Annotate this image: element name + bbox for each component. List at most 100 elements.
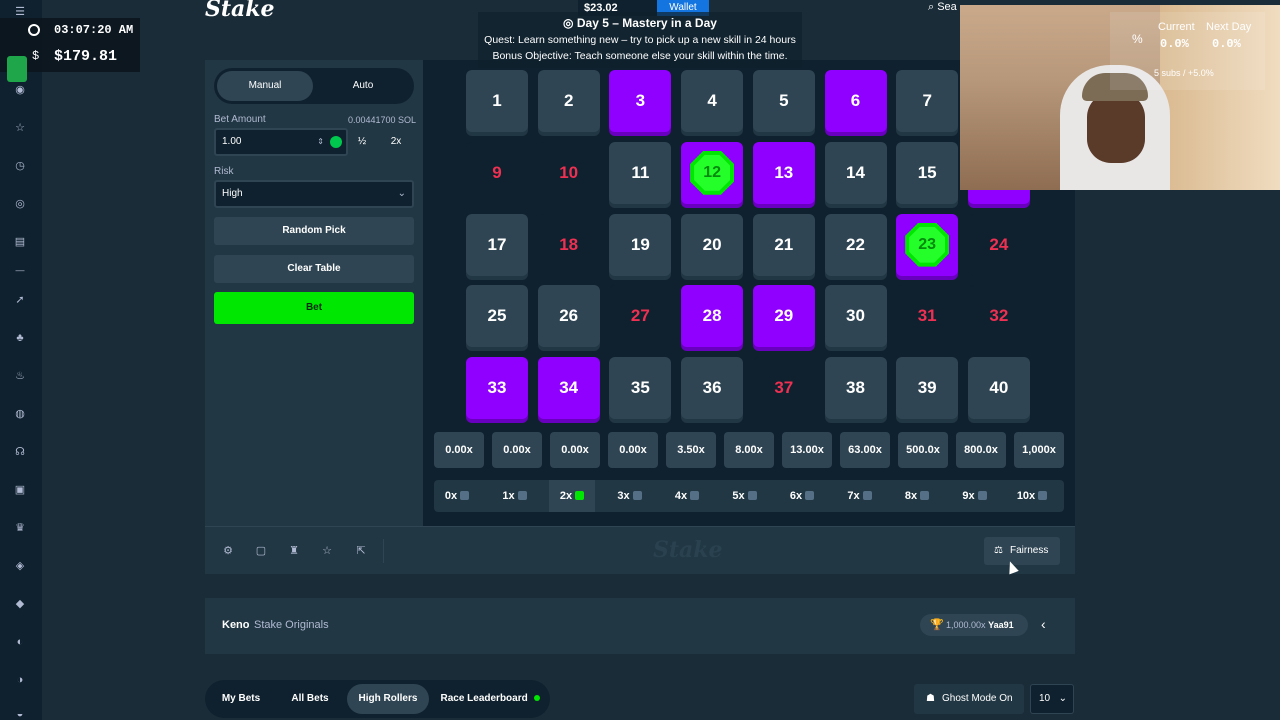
- payout-cell: 0.00x: [492, 432, 542, 468]
- tab-all-bets[interactable]: All Bets: [279, 684, 341, 714]
- keno-tile[interactable]: 1: [466, 70, 528, 132]
- star-icon[interactable]: ☆: [12, 120, 28, 136]
- keno-tile[interactable]: 10: [537, 141, 600, 204]
- keno-tile[interactable]: 32: [967, 285, 1030, 348]
- keno-tile[interactable]: 28: [681, 285, 744, 348]
- keno-tile[interactable]: 34: [537, 357, 600, 420]
- keno-tile[interactable]: 36: [681, 357, 744, 420]
- gem-square-icon: [460, 491, 470, 500]
- clear-table-button[interactable]: Clear Table: [214, 255, 414, 283]
- theatre-icon[interactable]: ▢: [255, 545, 267, 557]
- keno-tile[interactable]: 22: [824, 213, 887, 276]
- quest-overlay: ◎ Day 5 – Mastery in a Day Quest: Learn …: [478, 12, 802, 68]
- keno-tile[interactable]: 33: [466, 357, 528, 420]
- keno-tile[interactable]: 14: [824, 141, 887, 204]
- bet-amount-crypto: 0.00441700 SOL: [348, 115, 417, 125]
- keno-tile[interactable]: 13: [752, 141, 815, 204]
- hit-count-label: 8x: [904, 490, 918, 502]
- stake-logo[interactable]: Stake: [205, 0, 275, 22]
- keno-tile[interactable]: 9: [466, 141, 528, 204]
- hit-count-cell: 8x: [894, 480, 940, 512]
- hit-count-label: 3x: [617, 490, 630, 502]
- hit-count-label: 1x: [502, 490, 515, 502]
- keno-tile[interactable]: 12: [681, 141, 744, 204]
- keno-tile[interactable]: 6: [824, 70, 887, 132]
- random-pick-button[interactable]: Random Pick: [214, 217, 414, 245]
- tab-my-bets[interactable]: My Bets: [211, 684, 271, 714]
- search-button[interactable]: ⌕ Sea: [928, 1, 957, 14]
- mode-toggle: Manual Auto: [214, 68, 414, 104]
- keno-tile[interactable]: 7: [896, 70, 959, 132]
- clock-time: 03:07:20 AM: [54, 23, 134, 37]
- keno-tile[interactable]: 2: [537, 70, 600, 132]
- next-day-value: 0.0%: [1212, 37, 1241, 51]
- keno-tile[interactable]: 25: [466, 285, 528, 348]
- promo-icon[interactable]: ◈: [12, 558, 28, 574]
- keno-tile[interactable]: 23: [896, 213, 959, 276]
- hit-count-label: 4x: [674, 490, 688, 502]
- language-icon[interactable]: ◒: [12, 706, 28, 720]
- half-bet-button[interactable]: ½: [346, 128, 378, 156]
- crown-icon[interactable]: ♛: [12, 520, 28, 536]
- favorite-icon[interactable]: ☆: [321, 545, 333, 557]
- target-icon[interactable]: ◎: [12, 196, 28, 212]
- gift-icon[interactable]: ▣: [12, 482, 28, 498]
- history-icon[interactable]: ◷: [12, 158, 28, 174]
- risk-select[interactable]: High ⌄: [214, 180, 414, 208]
- fire-icon[interactable]: ♨: [12, 368, 28, 384]
- payout-cell: 63.00x: [840, 432, 890, 468]
- tab-auto[interactable]: Auto: [315, 71, 411, 101]
- keno-tile[interactable]: 20: [681, 213, 744, 276]
- keno-tile[interactable]: 39: [896, 357, 959, 420]
- settings-icon[interactable]: ⚙: [222, 545, 234, 557]
- keno-tile[interactable]: 30: [824, 285, 887, 348]
- keno-tile[interactable]: 35: [609, 357, 672, 420]
- keno-tile[interactable]: 18: [537, 213, 600, 276]
- keno-tile[interactable]: 3: [609, 70, 672, 132]
- globe-icon[interactable]: ◍: [12, 406, 28, 422]
- keno-tile[interactable]: 17: [466, 213, 528, 276]
- keno-tile[interactable]: 19: [609, 213, 672, 276]
- chevron-down-icon: ⌄: [1058, 693, 1067, 704]
- keno-tile[interactable]: 21: [752, 213, 815, 276]
- keno-tile[interactable]: 26: [537, 285, 600, 348]
- rocket-icon[interactable]: ➚: [12, 292, 28, 308]
- headset-icon[interactable]: ☊: [12, 444, 28, 460]
- bet-amount-input[interactable]: 1.00 ⇕: [214, 128, 348, 156]
- stepper-icon[interactable]: ⇕: [317, 130, 324, 154]
- stats-icon[interactable]: ♜: [288, 545, 300, 557]
- double-bet-button[interactable]: 2x: [380, 128, 412, 156]
- fairness-button[interactable]: ⚖ Fairness: [984, 537, 1060, 565]
- tab-manual[interactable]: Manual: [217, 71, 313, 101]
- keno-tile[interactable]: 31: [896, 285, 959, 348]
- keno-tile[interactable]: 37: [752, 357, 815, 420]
- hit-count-cell: 1x: [492, 480, 538, 512]
- shield-icon[interactable]: ◆: [12, 596, 28, 612]
- record-badge[interactable]: 🏆 1,000.00x Yaa91: [920, 614, 1028, 636]
- keno-tile[interactable]: 4: [681, 70, 744, 132]
- bet-button[interactable]: Bet: [214, 292, 414, 324]
- game-provider[interactable]: Stake Originals: [254, 619, 329, 631]
- keno-tile[interactable]: 15: [896, 141, 959, 204]
- keno-tile[interactable]: 5: [752, 70, 815, 132]
- slots-icon[interactable]: ♣: [12, 330, 28, 346]
- rows-select[interactable]: 10 ⌄: [1030, 684, 1074, 714]
- keno-tile[interactable]: 40: [967, 357, 1030, 420]
- keno-tile[interactable]: 29: [752, 285, 815, 348]
- ghost-mode-toggle[interactable]: ☗ Ghost Mode On: [914, 684, 1024, 714]
- tab-race-leaderboard[interactable]: Race Leaderboard: [435, 684, 545, 714]
- keno-tile[interactable]: 27: [609, 285, 672, 348]
- hit-count-cell: 2x: [549, 480, 595, 512]
- sports-icon[interactable]: ◑: [12, 672, 28, 688]
- tab-high-rollers[interactable]: High Rollers: [347, 684, 429, 714]
- card-icon[interactable]: ▤: [12, 234, 28, 250]
- keno-tile[interactable]: 38: [824, 357, 887, 420]
- support-icon[interactable]: ◐: [12, 634, 28, 650]
- casino-icon[interactable]: ◉: [12, 82, 28, 98]
- chevron-left-icon[interactable]: ‹: [1041, 616, 1046, 632]
- gem-square-icon: [805, 491, 815, 500]
- hit-count-label: 7x: [847, 490, 860, 502]
- keno-tile[interactable]: 24: [967, 213, 1030, 276]
- share-icon[interactable]: ⇱: [355, 545, 367, 557]
- keno-tile[interactable]: 11: [609, 141, 672, 204]
